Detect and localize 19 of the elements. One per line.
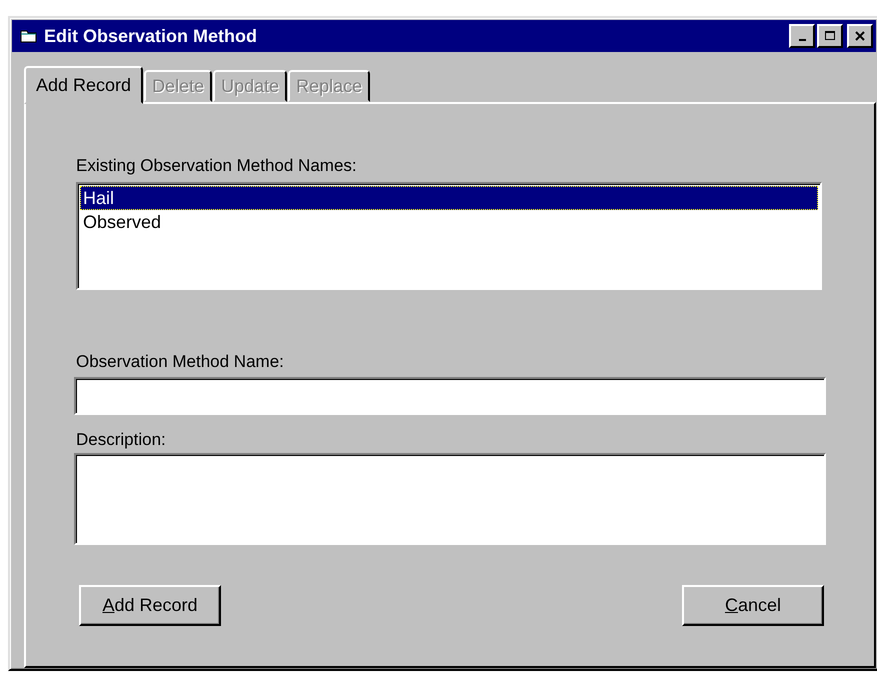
close-button[interactable] [847, 24, 873, 48]
add-record-button[interactable]: Add Record [79, 585, 221, 626]
maximize-button[interactable] [817, 24, 843, 48]
names-list[interactable]: Hail Observed [76, 182, 822, 290]
close-icon [854, 30, 866, 42]
list-item[interactable]: Hail [80, 186, 818, 210]
folder-icon [20, 28, 38, 44]
cancel-button[interactable]: Cancel [682, 585, 824, 626]
list-item[interactable]: Observed [80, 210, 818, 234]
list-label: Existing Observation Method Names: [76, 156, 357, 176]
field-label: Description: [76, 430, 166, 450]
tab[interactable]: Add Record [24, 66, 144, 104]
description-input-field[interactable] [74, 453, 826, 545]
maximize-icon [824, 30, 836, 42]
field-label: Observation Method Name: [76, 352, 284, 372]
minimize-icon [798, 39, 806, 41]
minimize-button[interactable] [789, 24, 815, 48]
window-title: Edit Observation Method [44, 26, 258, 46]
name-input-field[interactable] [74, 377, 826, 415]
